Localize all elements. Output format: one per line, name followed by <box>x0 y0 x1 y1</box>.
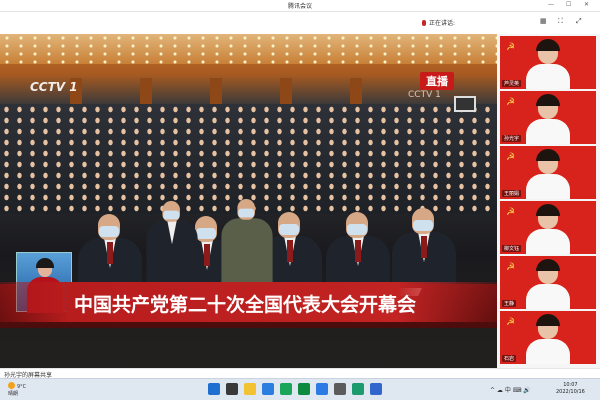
participant-sidebar[interactable]: ☭ 芦灵英 ☭ 孙光宇 ☭ 王丽娟 ☭ 柳文钰 ☭ 王静 ☭ 石岩 <box>497 34 600 368</box>
clock[interactable]: 10:07 2022/10/16 <box>556 382 585 396</box>
meeting-topbar: 正在讲话: ▦ ⛶ ⤢ <box>0 12 600 34</box>
party-emblem-icon: ☭ <box>506 207 515 218</box>
news-caption-bar: 中国共产党第二十次全国代表大会开幕会 <box>0 282 497 322</box>
participant-tile[interactable]: ☭ 王静 <box>500 256 596 309</box>
system-tray[interactable]: ^ ☁ 中 ⌨ 🔊 <box>490 385 531 394</box>
party-emblem-icon: ☭ <box>506 97 515 108</box>
minimize-button[interactable]: — <box>548 1 554 8</box>
participant-tile[interactable]: ☭ 芦灵英 <box>500 36 596 89</box>
participant-name: 柳文钰 <box>502 245 522 252</box>
news-caption: 中国共产党第二十次全国代表大会开幕会 <box>74 294 417 316</box>
date: 2022/10/16 <box>556 389 585 395</box>
hall-ceiling <box>0 34 497 64</box>
maximize-button[interactable]: ☐ <box>566 1 571 8</box>
front-row-delegates <box>0 184 497 368</box>
party-emblem-icon: ☭ <box>506 152 515 163</box>
cctv-logo: CCTV 1 <box>30 80 78 94</box>
time: 10:07 <box>563 382 578 388</box>
edge-taskbar-icon[interactable] <box>262 383 274 395</box>
speaking-indicator: 正在讲话: <box>422 18 455 27</box>
delegate <box>146 201 198 289</box>
weather-widget[interactable]: 9°C 晴朗 <box>8 382 26 398</box>
fullscreen-icon[interactable]: ⛶ <box>558 17 563 26</box>
microphone-icon <box>422 20 426 26</box>
party-emblem-icon: ☭ <box>506 262 515 273</box>
expand-icon[interactable]: ⤢ <box>576 17 582 26</box>
temperature: 9°C <box>17 384 27 390</box>
start-taskbar-icon[interactable] <box>208 383 220 395</box>
participant-tile[interactable]: ☭ 柳文钰 <box>500 201 596 254</box>
live-badge: 直播 <box>420 72 454 90</box>
file-explorer-taskbar-icon[interactable] <box>244 383 256 395</box>
participant-name: 石岩 <box>502 355 517 362</box>
party-emblem-icon: ☭ <box>506 42 515 53</box>
wechat-taskbar-icon[interactable] <box>280 383 292 395</box>
tencent-meeting-taskbar-icon[interactable] <box>334 383 346 395</box>
participant-name: 芦灵英 <box>502 80 522 87</box>
word-taskbar-icon[interactable] <box>316 383 328 395</box>
screen-share-status: 孙光宇的屏幕共享 <box>0 368 600 379</box>
participant-name: 王丽娟 <box>502 190 522 197</box>
delegate <box>221 199 273 287</box>
window-titlebar: 腾讯会议 — ☐ ✕ <box>0 0 600 12</box>
wall-clock <box>454 96 476 112</box>
participant-tile[interactable]: ☭ 石岩 <box>500 311 596 364</box>
sun-icon <box>8 382 15 389</box>
grid-view-icon[interactable]: ▦ <box>540 17 547 25</box>
weather-condition: 晴朗 <box>8 391 19 397</box>
app-taskbar-icon[interactable] <box>370 383 382 395</box>
channel-watermark: CCTV 1 <box>408 90 441 100</box>
speaking-label: 正在讲话: <box>429 20 456 27</box>
participant-name: 王静 <box>502 300 517 307</box>
search-taskbar-icon[interactable] <box>226 383 238 395</box>
party-emblem-icon: ☭ <box>506 317 515 328</box>
participant-tile[interactable]: ☭ 王丽娟 <box>500 146 596 199</box>
close-button[interactable]: ✕ <box>584 1 589 8</box>
taskbar-apps <box>208 383 382 395</box>
app-taskbar-icon[interactable] <box>352 383 364 395</box>
window-title: 腾讯会议 <box>287 3 312 10</box>
excel-taskbar-icon[interactable] <box>298 383 310 395</box>
taskbar: 9°C 晴朗 ^ ☁ 中 ⌨ 🔊 10:07 2022/10/16 <box>0 378 600 400</box>
shared-screen-video: CCTV 1 直播 CCTV 1 中国共产党第二十次全国代表大会开幕会 <box>0 34 497 368</box>
participant-name: 孙光宇 <box>502 135 522 142</box>
participant-tile[interactable]: ☭ 孙光宇 <box>500 91 596 144</box>
